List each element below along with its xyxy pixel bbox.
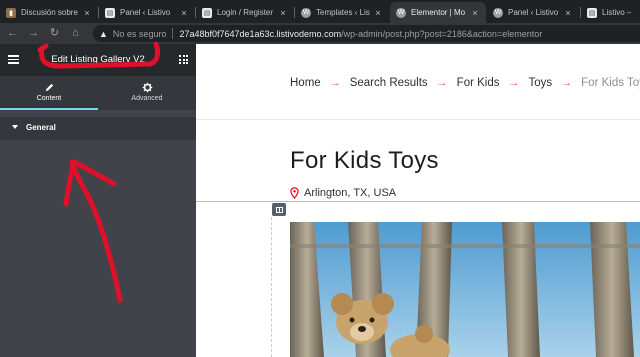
- page-icon: ▤: [202, 7, 212, 18]
- wordpress-icon: W: [301, 7, 311, 18]
- address-bar[interactable]: ▲ No es seguro 27a48bf0f7647de1a63c.list…: [93, 25, 640, 42]
- tab-advanced[interactable]: Advanced: [98, 76, 196, 110]
- reload-icon[interactable]: ↻: [47, 26, 62, 41]
- browser-tab[interactable]: W Templates ‹ Listivo ×: [295, 2, 389, 23]
- panel-tabs: Content Advanced: [0, 76, 196, 110]
- header-divider: [196, 119, 640, 120]
- close-icon[interactable]: ×: [278, 8, 288, 18]
- location-text: Arlington, TX, USA: [304, 187, 397, 199]
- map-pin-icon: [290, 187, 299, 199]
- breadcrumb-search-results[interactable]: Search Results: [350, 77, 428, 89]
- browser-tab[interactable]: ▮ Discusión sobre ×: [0, 2, 98, 23]
- gallery-image[interactable]: [290, 222, 640, 357]
- panel-title: Edit Listing Gallery V2: [51, 54, 145, 65]
- widgets-grid-icon[interactable]: [179, 55, 188, 64]
- tab-title: Listivo – C: [602, 8, 634, 17]
- browser-tab-strip: ▮ Discusión sobre × ▤ Panel ‹ Listivo × …: [0, 0, 640, 23]
- tab-content[interactable]: Content: [0, 76, 98, 110]
- back-arrow-icon[interactable]: ←: [5, 26, 20, 41]
- breadcrumb-arrow-icon: →: [436, 77, 448, 89]
- close-icon[interactable]: ×: [470, 8, 480, 18]
- close-icon[interactable]: ×: [373, 8, 383, 18]
- address-divider: [172, 28, 174, 39]
- warning-icon[interactable]: ▲: [99, 29, 108, 39]
- breadcrumb-arrow-icon: →: [329, 77, 341, 89]
- browser-tab[interactable]: W Panel ‹ Listivo ×: [487, 2, 579, 23]
- close-icon[interactable]: ×: [82, 8, 92, 18]
- browser-tab[interactable]: ▤ Login / Register ×: [196, 2, 294, 23]
- caret-down-icon: [12, 125, 18, 129]
- gear-icon: [142, 82, 152, 93]
- tab-title: Discusión sobre: [21, 8, 78, 17]
- breadcrumb-arrow-icon: →: [508, 77, 520, 89]
- tab-title: Login / Register: [217, 8, 274, 17]
- home-icon[interactable]: ⌂: [68, 26, 83, 41]
- page-icon: ▤: [587, 7, 597, 18]
- browser-tab[interactable]: ▤ Panel ‹ Listivo ×: [99, 2, 195, 23]
- breadcrumb-home[interactable]: Home: [290, 77, 321, 89]
- section-general-label: General: [26, 123, 56, 132]
- tab-content-label: Content: [36, 95, 62, 102]
- page-preview: Home → Search Results → For Kids → Toys …: [196, 44, 640, 357]
- column-outline: [271, 217, 272, 357]
- elementor-panel: Edit Listing Gallery V2 Content Advanced: [0, 44, 196, 357]
- security-label[interactable]: No es seguro: [113, 29, 167, 39]
- column-handle-icon[interactable]: [272, 203, 286, 216]
- breadcrumb: Home → Search Results → For Kids → Toys …: [290, 77, 640, 89]
- url-path: /wp-admin/post.php?post=2186&action=elem…: [341, 28, 543, 39]
- close-icon[interactable]: ×: [563, 8, 573, 18]
- listing-location: Arlington, TX, USA: [290, 187, 396, 199]
- wordpress-icon: W: [493, 7, 503, 18]
- page-icon: ▤: [105, 7, 115, 18]
- breadcrumb-for-kids[interactable]: For Kids: [457, 77, 500, 89]
- tab-title: Panel ‹ Listivo: [120, 8, 171, 17]
- panel-header: Edit Listing Gallery V2: [0, 44, 196, 76]
- section-general-toggle[interactable]: General: [0, 117, 196, 140]
- wordpress-icon: W: [396, 7, 406, 18]
- tab-advanced-label: Advanced: [131, 95, 163, 102]
- tab-title: Elementor | Mo: [411, 8, 466, 17]
- pencil-icon: [45, 83, 53, 92]
- teddy-bear-photo: [290, 222, 640, 357]
- breadcrumb-toys[interactable]: Toys: [529, 77, 553, 89]
- breadcrumb-current: For Kids Toys: [581, 77, 640, 89]
- forward-arrow-icon[interactable]: →: [26, 26, 41, 41]
- browser-tab-active[interactable]: W Elementor | Mo ×: [390, 2, 486, 23]
- folder-icon: ▮: [6, 7, 16, 18]
- url-host: 27a48bf0f7647de1a63c.listivodemo.com: [179, 28, 342, 39]
- tab-title: Templates ‹ Listivo: [316, 8, 370, 17]
- browser-tab[interactable]: ▤ Listivo – C: [581, 2, 640, 23]
- breadcrumb-arrow-icon: →: [561, 77, 573, 89]
- browser-toolbar: ← → ↻ ⌂ ▲ No es seguro 27a48bf0f7647de1a…: [0, 23, 640, 44]
- close-icon[interactable]: ×: [179, 8, 189, 18]
- listing-title: For Kids Toys: [290, 147, 439, 174]
- tab-title: Panel ‹ Listivo: [508, 8, 559, 17]
